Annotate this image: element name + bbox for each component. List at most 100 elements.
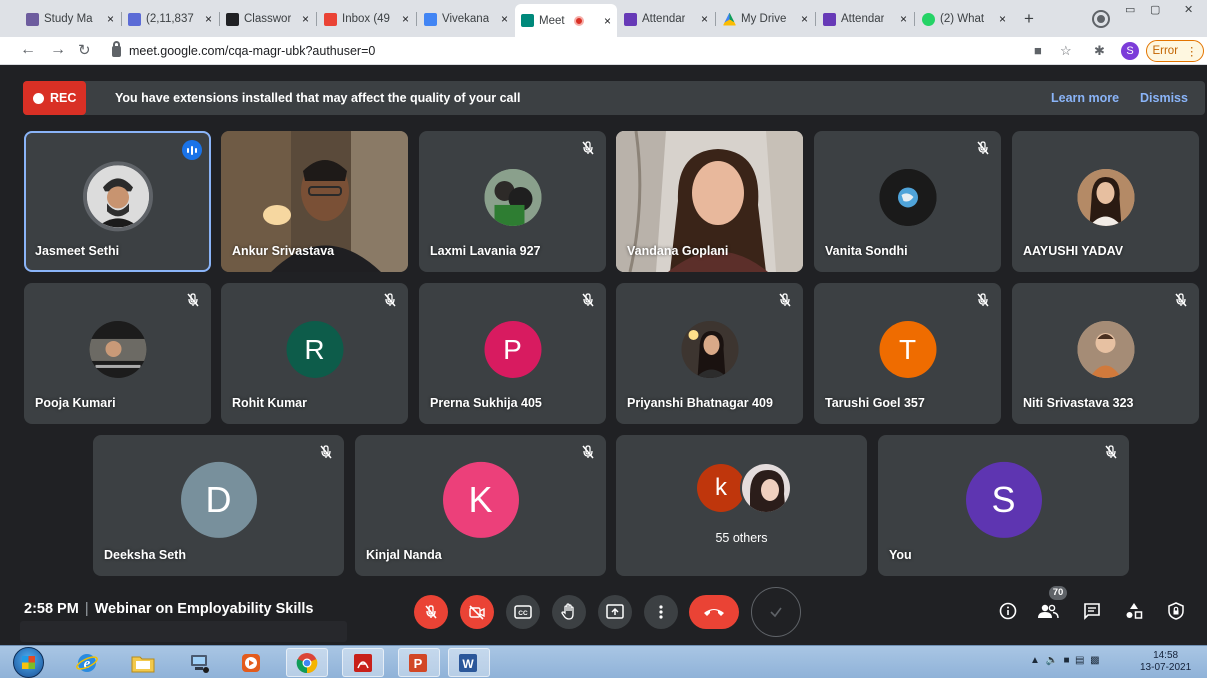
tab-close-icon[interactable]: ×: [501, 12, 508, 26]
participant-tile-niti-srivastava[interactable]: Niti Srivastava 323: [1012, 283, 1199, 424]
tab-attendance-2[interactable]: Attendar ×: [817, 6, 913, 32]
acrobat-icon[interactable]: [342, 648, 384, 677]
learn-more-link[interactable]: Learn more: [1051, 91, 1119, 105]
participant-tile-prerna-sukhija[interactable]: P Prerna Sukhija 405: [419, 283, 606, 424]
tab-study-material[interactable]: Study Ma ×: [20, 6, 120, 32]
word-icon[interactable]: W: [448, 648, 490, 677]
host-controls-button[interactable]: [1164, 599, 1188, 623]
tab-close-icon[interactable]: ×: [604, 14, 611, 28]
mic-off-icon: [187, 293, 199, 307]
file-explorer-icon[interactable]: [122, 648, 164, 677]
tab-label: Attendar: [841, 13, 885, 25]
tab-my-drive[interactable]: My Drive ×: [717, 6, 814, 32]
tab-close-icon[interactable]: ×: [801, 12, 808, 26]
participant-photo: [1077, 320, 1134, 378]
participant-tile-jasmeet-sethi[interactable]: Jasmeet Sethi: [24, 131, 211, 272]
profile-avatar[interactable]: S: [1121, 42, 1139, 60]
participant-tile-kinjal-nanda[interactable]: K Kinjal Nanda: [355, 435, 606, 576]
camera-off-icon: [469, 605, 485, 620]
reaction-button[interactable]: [751, 587, 801, 637]
system-tray[interactable]: ▲ 🔈 ■ ▤ ▩: [1030, 655, 1100, 666]
tab-search-icon[interactable]: [1094, 12, 1108, 26]
error-button[interactable]: Error ⋮: [1146, 40, 1204, 62]
people-count-badge: 70: [1049, 586, 1067, 600]
mic-toggle-button[interactable]: [414, 595, 448, 629]
tab-close-icon[interactable]: ×: [402, 12, 409, 26]
people-button[interactable]: [1036, 599, 1060, 623]
tab-attendance-1[interactable]: Attendar ×: [618, 6, 714, 32]
divider: |: [84, 601, 89, 617]
windows-taskbar: e P W ▲ 🔈 ■ ▤ ▩ 14:58 13-07-2021: [0, 645, 1207, 678]
media-player-icon[interactable]: [230, 648, 272, 677]
camera-toggle-button[interactable]: [460, 595, 494, 629]
participant-tile-vandana-goplani[interactable]: Vandana Goplani: [616, 131, 803, 272]
tab-vivekananda[interactable]: Vivekana ×: [418, 6, 514, 32]
activities-button[interactable]: [1122, 599, 1146, 623]
tab-whatsapp[interactable]: (2) What ×: [916, 6, 1012, 32]
tab-close-icon[interactable]: ×: [900, 12, 907, 26]
taskbar-clock[interactable]: 14:58 13-07-2021: [1140, 650, 1191, 674]
tab-mail[interactable]: (2,11,837 ×: [122, 6, 218, 32]
tab-classroom[interactable]: Classwor ×: [220, 6, 315, 32]
participant-tile-pooja-kumari[interactable]: Pooja Kumari: [24, 283, 211, 424]
others-tile[interactable]: k 55 others: [616, 435, 867, 576]
participant-photo: [879, 168, 936, 226]
tab-close-icon[interactable]: ×: [701, 12, 708, 26]
participant-tile-vanita-sondhi[interactable]: Vanita Sondhi: [814, 131, 1001, 272]
globe-photo-icon: [879, 168, 936, 226]
powerpoint-icon[interactable]: P: [398, 648, 440, 677]
participant-tile-laxmi-lavania[interactable]: Laxmi Lavania 927: [419, 131, 606, 272]
participant-tile-ankur-srivastava[interactable]: Ankur Srivastava: [221, 131, 408, 272]
internet-explorer-icon[interactable]: e: [66, 648, 108, 677]
bookmark-star-icon[interactable]: ☆: [1060, 43, 1072, 59]
new-tab-button[interactable]: +: [1018, 9, 1040, 31]
drive-icon: [723, 12, 736, 26]
tab-gmail-inbox[interactable]: Inbox (49 ×: [318, 6, 415, 32]
participant-tile-aayushi-yadav[interactable]: AAYUSHI YADAV: [1012, 131, 1199, 272]
raise-hand-button[interactable]: [552, 595, 586, 629]
camera-in-use-icon[interactable]: ■: [1034, 43, 1042, 58]
person-photo-icon: [484, 168, 541, 226]
tab-close-icon[interactable]: ×: [205, 12, 212, 26]
close-window-icon[interactable]: ✕: [1184, 3, 1193, 16]
network-app-icon[interactable]: [178, 648, 220, 677]
chat-button[interactable]: [1080, 599, 1104, 623]
participant-avatar: R: [286, 320, 343, 378]
minimize-icon[interactable]: ▭: [1125, 3, 1135, 16]
reload-icon[interactable]: ↻: [78, 41, 91, 59]
tab-close-icon[interactable]: ×: [107, 12, 114, 26]
start-button[interactable]: [13, 647, 44, 678]
banner-message: You have extensions installed that may a…: [115, 91, 521, 105]
chrome-glyph: [296, 652, 318, 673]
tab-close-icon[interactable]: ×: [999, 12, 1006, 26]
participant-tile-tarushi-goel[interactable]: T Tarushi Goel 357: [814, 283, 1001, 424]
self-tile[interactable]: S You: [878, 435, 1129, 576]
present-now-button[interactable]: [598, 595, 632, 629]
tab-meet[interactable]: Meet ×: [515, 4, 617, 37]
participant-avatar: P: [484, 320, 541, 378]
menu-dots-icon: ⋮: [1186, 46, 1198, 58]
tab-divider: [914, 12, 915, 26]
captions-button[interactable]: CC: [506, 595, 540, 629]
browser-toolbar: ← → ↻ meet.google.com/cqa-magr-ubk?authu…: [0, 37, 1207, 65]
activities-icon: [1126, 603, 1143, 619]
participant-tile-priyanshi-bhatnagar[interactable]: Priyanshi Bhatnagar 409: [616, 283, 803, 424]
dismiss-button[interactable]: Dismiss: [1140, 91, 1188, 105]
more-options-button[interactable]: [644, 595, 678, 629]
svg-text:P: P: [414, 656, 423, 671]
back-icon[interactable]: ←: [20, 41, 36, 59]
recording-indicator[interactable]: REC: [23, 81, 86, 115]
mic-off-icon: [1105, 445, 1117, 459]
forward-icon[interactable]: →: [50, 41, 66, 59]
url-text: meet.google.com/cqa-magr-ubk?authuser=0: [129, 44, 376, 58]
participant-tile-deeksha-seth[interactable]: D Deeksha Seth: [93, 435, 344, 576]
meeting-details-button[interactable]: [996, 599, 1020, 623]
chrome-icon[interactable]: [286, 648, 328, 677]
mic-off-icon: [977, 293, 989, 307]
leave-call-button[interactable]: [689, 595, 739, 629]
participant-tile-rohit-kumar[interactable]: R Rohit Kumar: [221, 283, 408, 424]
extensions-icon[interactable]: ✱: [1094, 43, 1105, 59]
tab-close-icon[interactable]: ×: [302, 12, 309, 26]
address-bar[interactable]: meet.google.com/cqa-magr-ubk?authuser=0: [106, 40, 1032, 62]
maximize-icon[interactable]: ▢: [1150, 3, 1160, 16]
